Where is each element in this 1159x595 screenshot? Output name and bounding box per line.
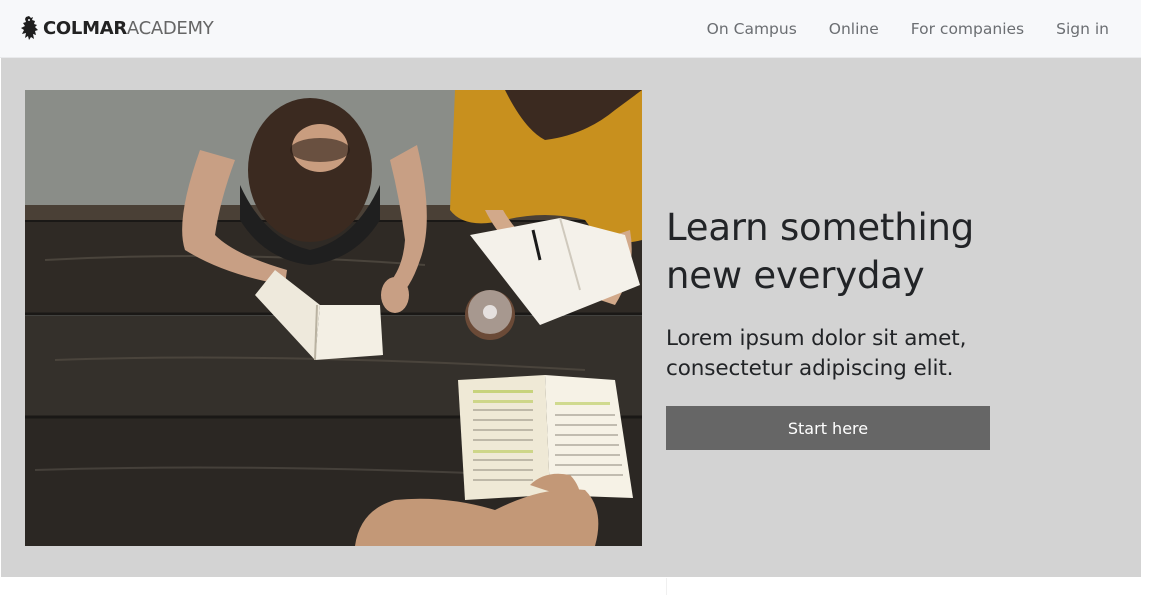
navbar: COLMAR ACADEMY On Campus Online For compa…: [0, 0, 1141, 58]
divider: [666, 578, 667, 595]
hero-subtitle-line-1: Lorem ipsum dolor sit amet,: [666, 326, 967, 351]
hero-image: [25, 90, 642, 546]
nav-link-on-campus[interactable]: On Campus: [707, 20, 797, 38]
start-here-button[interactable]: Start here: [666, 406, 990, 450]
hero-subtitle-line-2: consectetur adipiscing elit.: [666, 356, 954, 381]
hero-title: Learn something new everyday: [666, 204, 1066, 300]
hero-text-block: Learn something new everyday Lorem ipsum…: [666, 204, 1066, 384]
hero-subtitle: Lorem ipsum dolor sit amet, consectetur …: [666, 324, 1066, 384]
nav-link-for-companies[interactable]: For companies: [911, 20, 1024, 38]
students-studying-photo: [25, 90, 642, 546]
nav-links: On Campus Online For companies Sign in: [675, 0, 1109, 57]
hero-section: Learn something new everyday Lorem ipsum…: [1, 58, 1141, 577]
nav-link-online[interactable]: Online: [829, 20, 879, 38]
brand-name-light: ACADEMY: [126, 17, 214, 39]
hero-title-line-2: new everyday: [666, 254, 925, 297]
page: COLMAR ACADEMY On Campus Online For compa…: [0, 0, 1159, 595]
brand-name-strong: COLMAR: [43, 17, 127, 39]
brand-link[interactable]: COLMAR ACADEMY: [20, 14, 214, 42]
hero-title-line-1: Learn something: [666, 206, 975, 249]
nav-link-sign-in[interactable]: Sign in: [1056, 20, 1109, 38]
lion-rampant-icon: [20, 15, 40, 41]
